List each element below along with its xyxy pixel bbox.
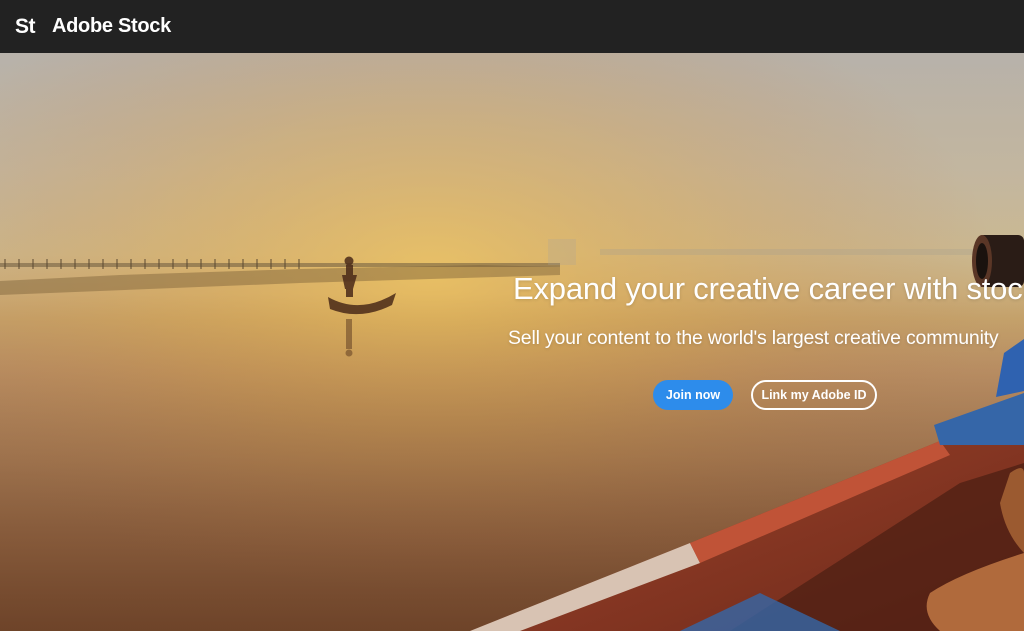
brand-name[interactable]: Adobe Stock [52,15,171,38]
join-now-button[interactable]: Join now [653,380,733,410]
link-adobe-id-button[interactable]: Link my Adobe ID [751,380,877,410]
hero-title: Expand your creative career with stock [513,271,1024,306]
top-navigation-bar: St Adobe Stock [0,0,1024,53]
hero-banner: Expand your creative career with stock S… [0,53,1024,631]
adobe-stock-logo-icon[interactable]: St [15,15,36,39]
hero-subtitle: Sell your content to the world's largest… [508,327,999,349]
